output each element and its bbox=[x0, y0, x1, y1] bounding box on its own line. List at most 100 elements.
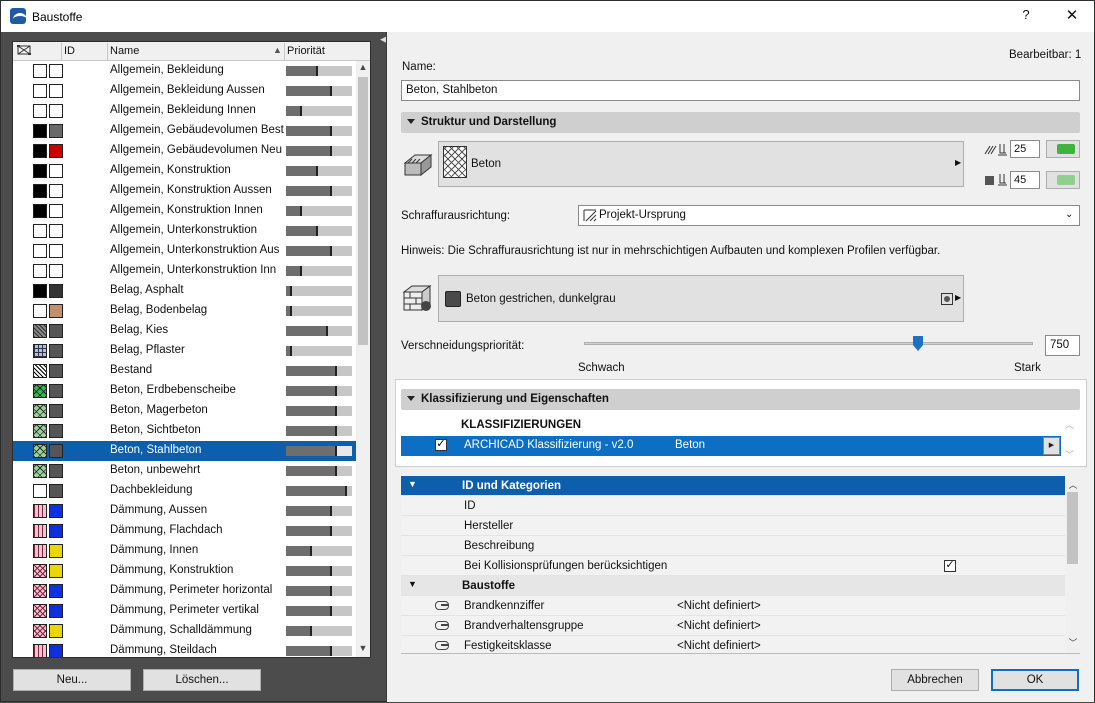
priority-bar-fill bbox=[286, 166, 318, 176]
list-item[interactable]: Beton, Stahlbeton bbox=[13, 441, 356, 461]
list-scrollbar[interactable]: ▲ ▼ bbox=[356, 61, 370, 657]
list-item[interactable]: Allgemein, Bekleidung bbox=[13, 61, 356, 81]
list-item[interactable]: Dämmung, Perimeter horizontal bbox=[13, 581, 356, 601]
ok-button[interactable]: OK bbox=[991, 669, 1079, 691]
list-item[interactable]: Beton, Magerbeton bbox=[13, 401, 356, 421]
pattern-column-icon[interactable] bbox=[17, 43, 31, 60]
priority-bar-fill bbox=[286, 306, 292, 316]
column-name[interactable]: Name bbox=[110, 45, 139, 57]
priority-bar bbox=[286, 186, 352, 196]
scroll-up-icon[interactable]: ▲ bbox=[356, 62, 370, 76]
material-name: Allgemein, Gebäudevolumen Neu bbox=[110, 144, 282, 156]
list-item[interactable]: Dämmung, Konstruktion bbox=[13, 561, 356, 581]
cut-fill-pen-color[interactable] bbox=[1046, 140, 1080, 158]
surface-color-swatch bbox=[445, 291, 461, 307]
priority-bar bbox=[286, 626, 352, 636]
property-group-row[interactable]: ▼ Baustoffe bbox=[401, 576, 1065, 596]
help-button[interactable]: ? bbox=[1011, 7, 1041, 27]
list-item[interactable]: Allgemein, Gebäudevolumen Neu bbox=[13, 141, 356, 161]
column-id[interactable]: ID bbox=[64, 45, 75, 57]
list-item[interactable]: Allgemein, Konstruktion Aussen bbox=[13, 181, 356, 201]
surface-swatch bbox=[49, 444, 63, 458]
list-item[interactable]: Allgemein, Konstruktion bbox=[13, 161, 356, 181]
priority-slider-track[interactable] bbox=[584, 342, 1033, 345]
list-item[interactable]: Belag, Asphalt bbox=[13, 281, 356, 301]
priority-bar bbox=[286, 166, 352, 176]
section-classification[interactable]: Klassifizierung und Eigenschaften bbox=[401, 389, 1080, 410]
list-item[interactable]: Allgemein, Bekleidung Aussen bbox=[13, 81, 356, 101]
list-item[interactable]: Dämmung, Schalldämmung bbox=[13, 621, 356, 641]
list-item[interactable]: Belag, Kies bbox=[13, 321, 356, 341]
property-row[interactable]: Brandverhaltensgruppe <Nicht definiert> bbox=[401, 616, 1065, 636]
list-item[interactable]: Allgemein, Unterkonstruktion Inn bbox=[13, 261, 356, 281]
priority-input[interactable]: 750 bbox=[1045, 335, 1080, 356]
list-item[interactable]: Dämmung, Innen bbox=[13, 541, 356, 561]
column-priority[interactable]: Priorität bbox=[287, 45, 325, 57]
material-name: Dämmung, Schalldämmung bbox=[110, 624, 252, 636]
background-pen-input[interactable]: 45 bbox=[1010, 171, 1040, 189]
fill-swatch bbox=[33, 524, 47, 538]
fill-swatch bbox=[33, 424, 47, 438]
list-item[interactable]: Beton, Sichtbeton bbox=[13, 421, 356, 441]
property-row[interactable]: Bei Kollisionsprüfungen berücksichtigen … bbox=[401, 556, 1065, 576]
surface-selector[interactable]: Beton gestrichen, dunkelgrau ▶ bbox=[438, 275, 964, 322]
name-input[interactable]: Beton, Stahlbeton bbox=[401, 80, 1080, 101]
list-item[interactable]: Beton, unbewehrt bbox=[13, 461, 356, 481]
property-group-row[interactable]: ▼ ID und Kategorien bbox=[401, 476, 1065, 496]
list-item[interactable]: Allgemein, Unterkonstruktion bbox=[13, 221, 356, 241]
properties-scroll-thumb[interactable] bbox=[1067, 492, 1078, 564]
section-structure[interactable]: Struktur und Darstellung bbox=[401, 112, 1080, 133]
classification-checkbox[interactable]: ✓ bbox=[435, 439, 447, 451]
property-row[interactable]: Hersteller bbox=[401, 516, 1065, 536]
delete-button[interactable]: Löschen... bbox=[143, 669, 261, 691]
priority-bar bbox=[286, 266, 352, 276]
fill-selector[interactable]: Beton ▶ bbox=[438, 141, 964, 187]
close-button[interactable]: ✕ bbox=[1057, 6, 1087, 26]
material-name: Dämmung, Perimeter horizontal bbox=[110, 584, 273, 596]
fill-swatch bbox=[33, 324, 47, 338]
surface-swatch bbox=[49, 584, 63, 598]
scroll-down-icon[interactable]: ▼ bbox=[356, 643, 370, 657]
property-row[interactable]: Festigkeitsklasse <Nicht definiert> bbox=[401, 636, 1065, 653]
list-item[interactable]: Belag, Bodenbelag bbox=[13, 301, 356, 321]
list-item[interactable]: Allgemein, Gebäudevolumen Besta bbox=[13, 121, 356, 141]
fill-swatch bbox=[33, 544, 47, 558]
surface-name: Beton gestrichen, dunkelgrau bbox=[466, 293, 616, 305]
collision-checkbox[interactable]: ✓ bbox=[944, 560, 956, 572]
list-item[interactable]: Belag, Pflaster bbox=[13, 341, 356, 361]
scroll-down-icon[interactable]: ﹀ bbox=[1065, 448, 1077, 461]
property-row[interactable]: ID bbox=[401, 496, 1065, 516]
new-button[interactable]: Neu... bbox=[13, 669, 131, 691]
orientation-select[interactable]: Projekt-Ursprung ⌄ bbox=[578, 205, 1080, 226]
scroll-down-icon[interactable]: ﹀ bbox=[1066, 636, 1080, 650]
list-item[interactable]: Dachbekleidung bbox=[13, 481, 356, 501]
list-item[interactable]: Bestand bbox=[13, 361, 356, 381]
list-item[interactable]: Allgemein, Konstruktion Innen bbox=[13, 201, 356, 221]
list-item[interactable]: Dämmung, Aussen bbox=[13, 501, 356, 521]
background-pen-color[interactable] bbox=[1046, 171, 1080, 189]
list-item[interactable]: Dämmung, Steildach bbox=[13, 641, 356, 657]
scroll-up-icon[interactable]: ︿ bbox=[1065, 418, 1077, 431]
list-item[interactable]: Dämmung, Perimeter vertikal bbox=[13, 601, 356, 621]
property-row[interactable]: Brandkennziffer <Nicht definiert> bbox=[401, 596, 1065, 616]
classification-browse-button[interactable]: ▶ bbox=[1043, 437, 1060, 455]
scroll-up-icon[interactable]: ︿ bbox=[1066, 478, 1080, 492]
list-item[interactable]: Beton, Erdbebenscheibe bbox=[13, 381, 356, 401]
cut-fill-pen-input[interactable]: 25 bbox=[1010, 140, 1040, 158]
list-item[interactable]: Dämmung, Flachdach bbox=[13, 521, 356, 541]
list-scroll-thumb[interactable] bbox=[358, 77, 368, 345]
list-item[interactable]: Allgemein, Bekleidung Innen bbox=[13, 101, 356, 121]
material-name: Belag, Kies bbox=[110, 324, 169, 336]
list-item[interactable]: Allgemein, Unterkonstruktion Aus bbox=[13, 241, 356, 261]
classification-row[interactable]: ✓ ARCHICAD Klassifizierung - v2.0 Beton … bbox=[401, 436, 1061, 456]
link-icon bbox=[435, 601, 449, 610]
fill-swatch bbox=[33, 344, 47, 358]
fill-swatch bbox=[33, 164, 47, 178]
fill-swatch bbox=[33, 64, 47, 78]
cancel-button[interactable]: Abbrechen bbox=[891, 669, 979, 691]
properties-scrollbar[interactable]: ︿ ﹀ bbox=[1065, 476, 1080, 653]
priority-bar bbox=[286, 346, 352, 356]
property-row[interactable]: Beschreibung bbox=[401, 536, 1065, 556]
priority-bar-fill bbox=[286, 286, 292, 296]
priority-bar-fill bbox=[286, 506, 332, 516]
